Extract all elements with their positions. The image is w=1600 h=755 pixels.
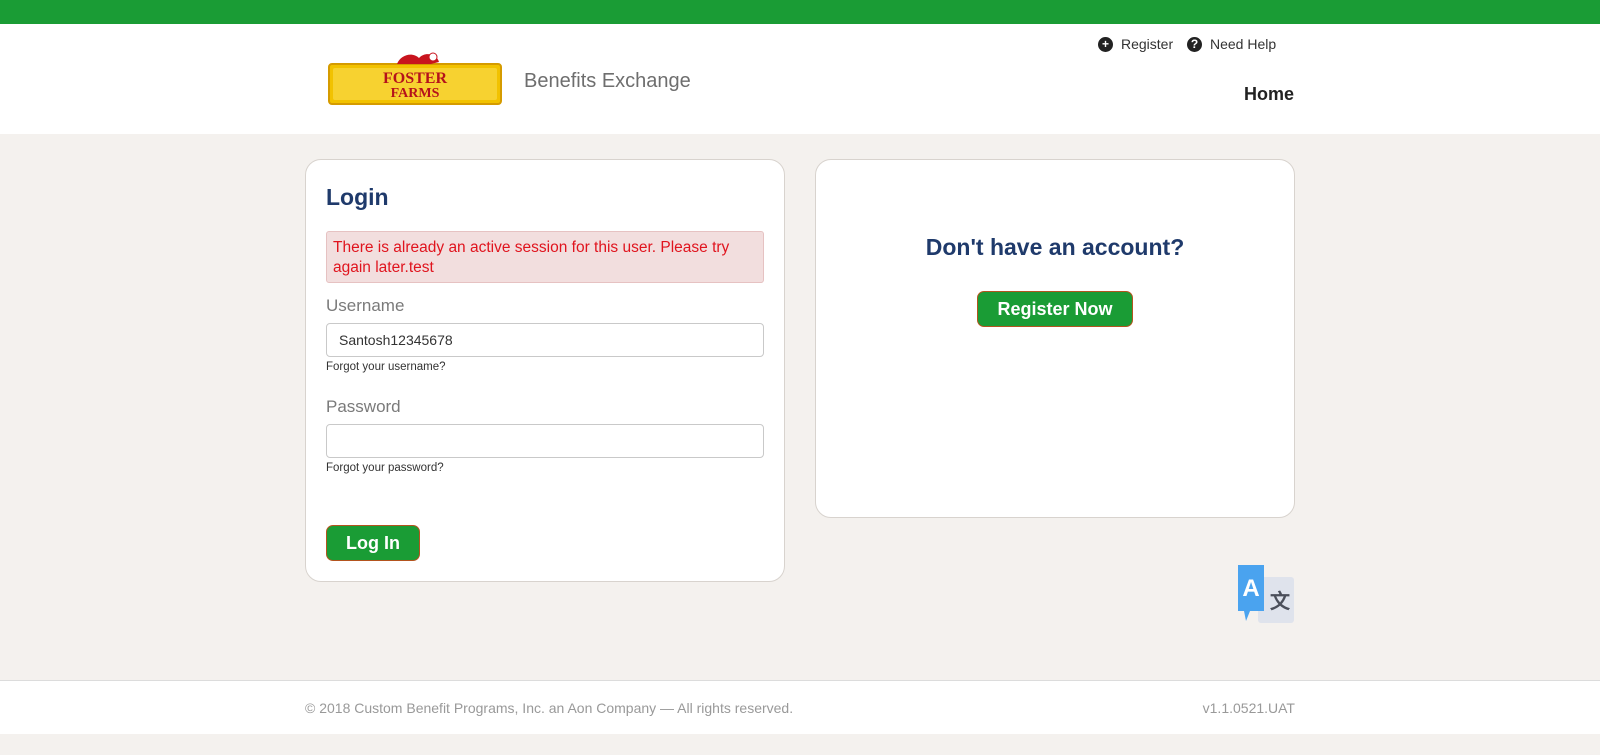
brand-title: Benefits Exchange — [524, 70, 691, 92]
nav-home[interactable]: Home — [1244, 84, 1294, 105]
signup-heading: Don't have an account? — [925, 234, 1185, 260]
forgot-username-link[interactable]: Forgot your username? — [326, 361, 446, 373]
plus-circle-icon: + — [1098, 36, 1113, 52]
foster-farms-logo[interactable]: FOSTER FARMS — [327, 52, 503, 106]
password-input[interactable] — [326, 424, 764, 458]
forgot-password-link[interactable]: Forgot your password? — [326, 462, 444, 474]
password-label: Password — [326, 397, 401, 416]
error-alert: There is already an active session for t… — [326, 231, 764, 283]
register-link[interactable]: + Register — [1098, 36, 1173, 52]
username-input[interactable] — [326, 323, 764, 357]
register-link-label: Register — [1121, 36, 1174, 52]
logo-text-line1: FOSTER — [383, 70, 447, 87]
login-button[interactable]: Log In — [326, 525, 420, 561]
login-title: Login — [326, 184, 389, 210]
site-footer: © 2018 Custom Benefit Programs, Inc. an … — [0, 680, 1600, 734]
login-card: Login There is already an active session… — [305, 159, 785, 582]
signup-card: Don't have an account? Register Now — [815, 159, 1295, 518]
svg-text:文: 文 — [1270, 589, 1291, 613]
need-help-link-label: Need Help — [1210, 36, 1277, 52]
copyright-text: © 2018 Custom Benefit Programs, Inc. an … — [305, 700, 794, 716]
need-help-link[interactable]: ? Need Help — [1187, 36, 1276, 52]
version-text: v1.1.0521.UAT — [1202, 700, 1295, 716]
site-header: FOSTER FARMS Benefits Exchange + Registe… — [0, 24, 1600, 134]
register-now-button[interactable]: Register Now — [977, 291, 1133, 327]
translate-icon[interactable]: A 文 — [1236, 563, 1296, 625]
question-circle-icon: ? — [1187, 36, 1202, 52]
logo-text-line2: FARMS — [391, 86, 440, 101]
top-accent-bar — [0, 0, 1600, 24]
svg-text:A: A — [1242, 575, 1259, 602]
username-label: Username — [326, 296, 405, 315]
